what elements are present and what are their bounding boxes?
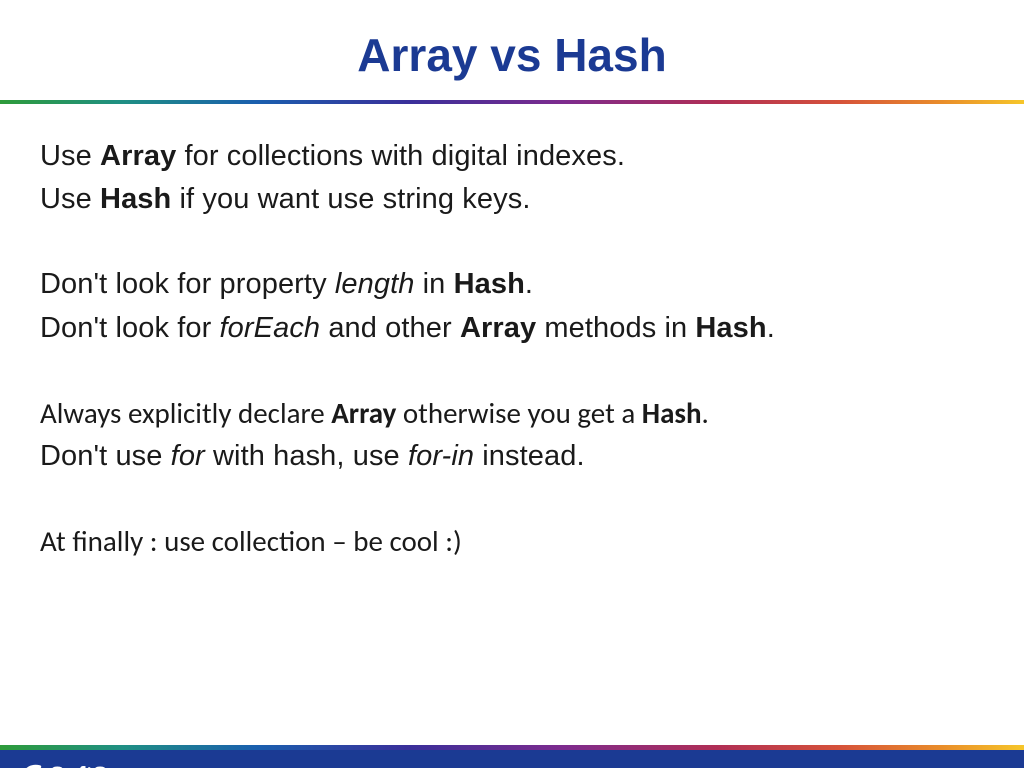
text: Always explicitly declare [40,395,331,431]
footer-bar: SoftServe [0,750,1024,768]
text: otherwise you get a [403,395,642,431]
brand-logo: SoftServe [20,762,153,768]
text: for collections with digital indexes. [176,140,625,172]
bold-hash: Hash [642,395,702,431]
blank-line [40,479,984,521]
italic-foreach: forEach [220,312,321,344]
line-3: Don't look for property length in Hash. [40,264,984,305]
text: in [414,268,453,300]
text: Don't use [40,440,171,472]
bold-hash: Hash [695,312,766,344]
text: Use [40,140,100,172]
bold-hash: Hash [100,183,179,215]
line-6: Don't use for with hash, use for-in inst… [40,436,984,477]
line-1: Use Array for collections with digital i… [40,136,984,177]
softserve-icon [20,762,46,768]
page-title: Array vs Hash [0,28,1024,82]
brand-name: SoftServe [50,762,153,768]
text: . [525,268,533,300]
text: Use [40,183,100,215]
text: if you want use string keys. [180,183,531,215]
text: Don't look for property [40,268,335,300]
bold-array: Array [100,140,176,172]
text: and other [320,312,460,344]
bold-array: Array [460,312,536,344]
blank-line [40,222,984,264]
text: with hash, use [205,440,408,472]
text: methods in [536,312,695,344]
italic-for-in: for-in [408,440,474,472]
text: . [767,312,775,344]
line-7: At finally : use collection – be cool :) [40,521,984,562]
line-2: Use Hash if you want use string keys. [40,179,984,220]
bold-hash: Hash [454,268,525,300]
italic-length: length [335,268,415,300]
text: . [702,395,709,431]
bold-array: Array [331,395,403,431]
text: instead. [474,440,585,472]
line-5: Always explicitly declare Array otherwis… [40,393,984,434]
line-4: Don't look for forEach and other Array m… [40,308,984,349]
slide: Array vs Hash Use Array for collections … [0,28,1024,768]
italic-for: for [171,440,205,472]
text: Don't look for [40,312,220,344]
body-content: Use Array for collections with digital i… [0,104,1024,562]
blank-line [40,351,984,393]
